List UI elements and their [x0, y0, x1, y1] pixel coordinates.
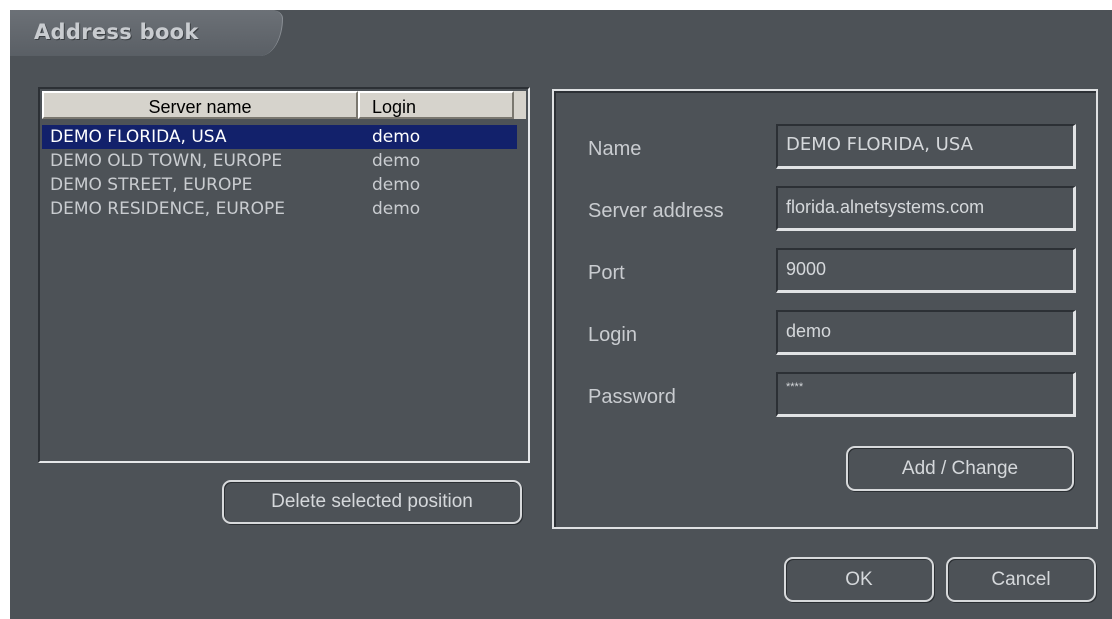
ok-button[interactable]: OK [784, 557, 934, 602]
login-field[interactable]: demo [776, 310, 1076, 355]
add-change-button[interactable]: Add / Change [846, 446, 1074, 491]
server-name-cell: DEMO OLD TOWN, EUROPE [50, 151, 283, 171]
server-name-cell: DEMO FLORIDA, USA [50, 127, 227, 147]
list-item[interactable]: DEMO FLORIDA, USA demo [42, 125, 517, 149]
window-title: Address book [34, 20, 199, 44]
name-field[interactable]: DEMO FLORIDA, USA [776, 124, 1076, 169]
server-address-field[interactable]: florida.alnetsystems.com [776, 186, 1076, 231]
port-label: Port [588, 262, 625, 284]
cancel-button[interactable]: Cancel [946, 557, 1096, 602]
port-field[interactable]: 9000 [776, 248, 1076, 293]
column-header-server-name[interactable]: Server name [42, 91, 358, 119]
login-cell: demo [372, 199, 421, 219]
list-item[interactable]: DEMO OLD TOWN, EUROPE demo [42, 149, 526, 173]
column-header-login[interactable]: Login [358, 91, 514, 119]
password-label: Password [588, 386, 676, 408]
address-book-window: Address book Server name Login DEMO FLOR… [10, 10, 1112, 619]
login-cell: demo [372, 127, 421, 147]
password-field[interactable]: **** [776, 372, 1076, 417]
login-cell: demo [372, 175, 421, 195]
server-name-cell: DEMO STREET, EUROPE [50, 175, 253, 195]
server-address-label: Server address [588, 200, 724, 222]
name-label: Name [588, 138, 642, 160]
server-name-cell: DEMO RESIDENCE, EUROPE [50, 199, 285, 219]
list-item[interactable]: DEMO RESIDENCE, EUROPE demo [42, 197, 526, 221]
delete-selected-button[interactable]: Delete selected position [222, 480, 522, 524]
login-label: Login [588, 324, 637, 346]
list-item[interactable]: DEMO STREET, EUROPE demo [42, 173, 526, 197]
list-rows: DEMO FLORIDA, USA demo DEMO OLD TOWN, EU… [42, 125, 526, 221]
list-header: Server name Login [42, 91, 526, 119]
title-tab: Address book [10, 10, 283, 56]
login-cell: demo [372, 151, 421, 171]
server-list[interactable]: Server name Login DEMO FLORIDA, USA demo… [38, 87, 530, 463]
